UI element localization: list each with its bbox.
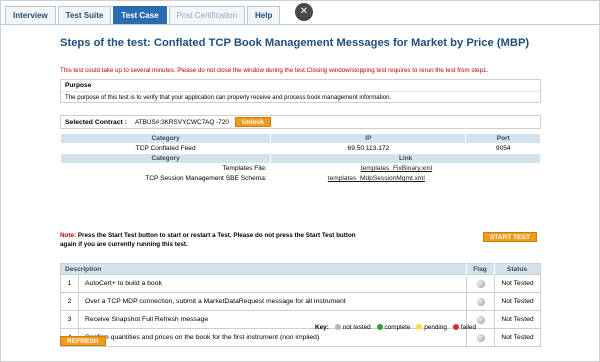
test-steps-table: Description Flag Status 1 AutoCert+ to b… xyxy=(60,263,541,347)
step-status: Not Tested xyxy=(494,310,541,329)
tab-divider xyxy=(1,24,599,25)
test-case-content: Steps of the test: Conflated TCP Book Ma… xyxy=(59,36,541,347)
links-header-link: Link xyxy=(270,153,541,164)
feed-port: 9054 xyxy=(495,145,511,152)
tab-test-suite[interactable]: Test Suite xyxy=(57,6,112,24)
purpose-panel: Purpose The purpose of this test is to v… xyxy=(60,79,541,103)
feed-header-port: Port xyxy=(465,133,541,144)
note-panel: Note: Press the Start Test button to sta… xyxy=(60,231,541,251)
page-frame: Interview Test Suite Test Case Post Cert… xyxy=(0,0,600,362)
contract-panel: Selected Contract : ATBUS#:3KRSVYCWC7AQ … xyxy=(60,115,541,129)
key-item-label: complete xyxy=(384,324,411,331)
key-label: Key: xyxy=(315,324,329,331)
feed-header-category: Category xyxy=(59,133,272,144)
complete-dot-icon xyxy=(376,324,383,331)
step-description: Over a TCP MDP connection, submit a Mark… xyxy=(78,292,467,311)
table-row: 1 AutoCert+ to build a book Not Tested xyxy=(60,274,541,293)
note-line-1: Note: Press the Start Test button to sta… xyxy=(60,231,541,240)
key-item-label: pending xyxy=(424,324,447,331)
links-header-category: Category xyxy=(59,153,272,164)
note-prefix: Note: xyxy=(60,232,77,239)
contract-label: Selected Contract : xyxy=(65,118,127,126)
not-tested-flag-icon xyxy=(476,315,485,324)
not-tested-flag-icon xyxy=(476,333,485,342)
tab-help[interactable]: Help xyxy=(247,6,281,24)
flag-cell xyxy=(466,328,495,347)
tab-test-case[interactable]: Test Case xyxy=(113,6,167,24)
not-tested-flag-icon xyxy=(476,279,485,288)
link-category: TCP Session Management SBE Schema: xyxy=(145,175,267,182)
warning-message: This test could take up to several minut… xyxy=(60,67,489,74)
start-test-button[interactable]: START TEST xyxy=(482,232,537,242)
page-title: Steps of the test: Conflated TCP Book Ma… xyxy=(60,37,530,49)
table-row: 2 Over a TCP MDP connection, submit a Ma… xyxy=(60,292,541,311)
header-flag: Flag xyxy=(466,263,495,275)
templates-file-link[interactable]: templates_FixBinary.xml xyxy=(271,164,541,174)
step-status: Not Tested xyxy=(494,292,541,311)
flag-cell xyxy=(466,274,495,293)
connection-table: Category IP Port TCP Conflated Feed 69.5… xyxy=(59,133,541,184)
links-row: Templates File: templates_FixBinary.xml xyxy=(61,164,541,174)
test-steps-header: Description Flag Status xyxy=(60,263,541,275)
key-item-label: failed xyxy=(460,324,477,331)
pending-dot-icon xyxy=(416,324,423,331)
flag-cell xyxy=(466,292,495,311)
purpose-header: Purpose xyxy=(61,80,540,92)
key-item-complete: complete xyxy=(376,324,411,331)
failed-dot-icon xyxy=(452,324,459,331)
feed-header-ip: IP xyxy=(270,133,467,144)
step-status: Not Tested xyxy=(494,274,541,293)
links-row: TCP Session Management SBE Schema: templ… xyxy=(61,174,541,184)
feed-ip: 69.50.113.172 xyxy=(347,145,390,152)
feed-header-row: Category IP Port xyxy=(59,133,541,144)
note-text-1: Press the Start Test button to start or … xyxy=(76,232,356,239)
feed-category: TCP Conflated Feed xyxy=(135,145,196,152)
key-item-label: not tested xyxy=(342,324,371,331)
not-tested-dot-icon xyxy=(334,324,341,331)
tab-bar: Interview Test Suite Test Case Post Cert… xyxy=(5,6,281,24)
unlock-button[interactable]: Unlock xyxy=(234,117,271,127)
header-status: Status xyxy=(494,263,541,275)
step-description: AutoCert+ to build a book xyxy=(78,274,467,293)
link-category: Templates File: xyxy=(222,165,267,173)
step-status: Not Tested xyxy=(494,328,541,347)
close-icon[interactable]: ✕ xyxy=(295,3,313,21)
key-item-pending: pending xyxy=(416,324,447,331)
step-description: Confirm quantities and prices on the boo… xyxy=(78,328,467,347)
feed-row: TCP Conflated Feed 69.50.113.172 9054 xyxy=(61,144,541,154)
table-row: 4 Confirm quantities and prices on the b… xyxy=(60,328,541,347)
tab-post-certification: Post Certification xyxy=(168,6,245,24)
key-item-not-tested: not tested xyxy=(334,324,371,331)
purpose-text: The purpose of this test is to verify th… xyxy=(65,94,392,101)
step-number: 3 xyxy=(60,310,79,329)
not-tested-flag-icon xyxy=(476,297,485,306)
step-number: 2 xyxy=(60,292,79,311)
refresh-button[interactable]: REFRESH xyxy=(60,336,106,346)
links-header-row: Category Link xyxy=(59,153,541,164)
contract-value: ATBUS#:3KRSVYCWC7AQ -720 xyxy=(134,118,229,126)
status-key: Key: not tested complete pending failed xyxy=(315,324,480,331)
sbe-schema-link[interactable]: templates_MdpSessionMgmt.xml xyxy=(271,174,541,184)
key-item-failed: failed xyxy=(452,324,477,331)
tab-interview[interactable]: Interview xyxy=(5,6,56,24)
step-number: 1 xyxy=(60,274,79,293)
header-description: Description xyxy=(60,263,467,275)
note-text-2: again if you are currently running this … xyxy=(60,241,188,248)
